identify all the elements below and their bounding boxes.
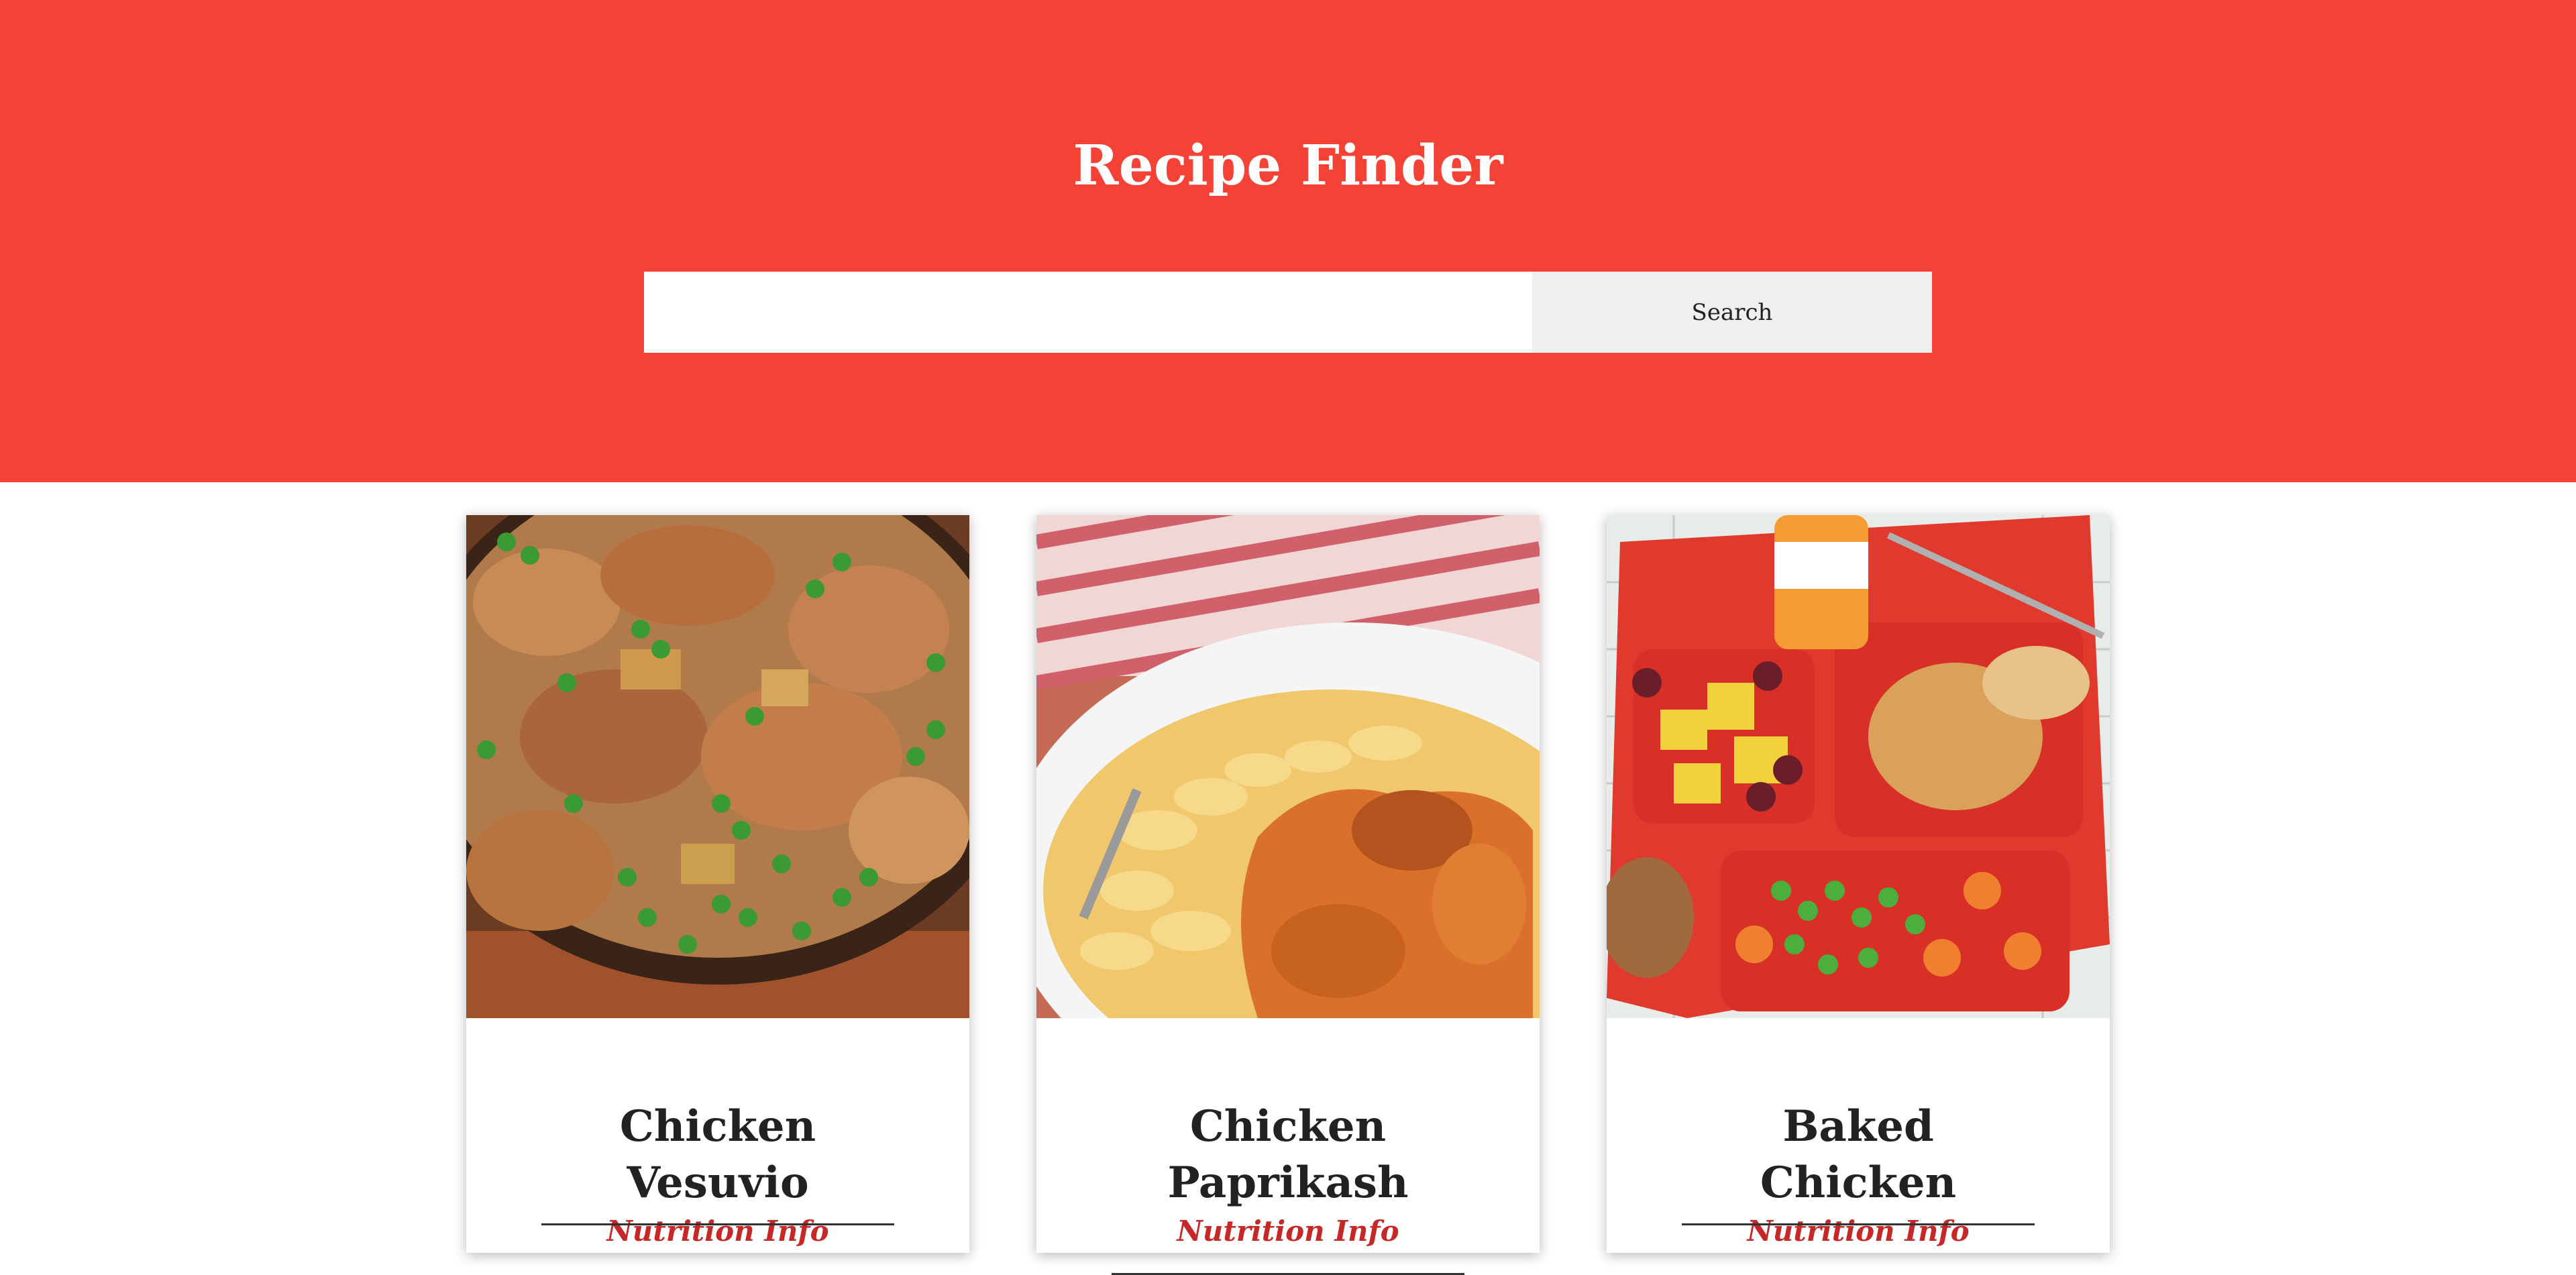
recipe-image-baked-chicken[interactable] (1607, 515, 2110, 1018)
card-divider (541, 1223, 894, 1225)
recipe-title-text: Chicken Vesuvio (619, 1101, 816, 1208)
recipe-title-text: Baked Chicken (1760, 1101, 1957, 1208)
recipe-image-chicken-paprikash[interactable] (1036, 515, 1540, 1018)
nutrition-info-link[interactable]: Nutrition Info (567, 1213, 869, 1250)
chicken-vesuvio-photo (466, 515, 969, 1018)
search-button[interactable]: Search (1532, 272, 1932, 353)
search-input[interactable] (644, 272, 1532, 353)
recipe-image-chicken-vesuvio[interactable] (466, 515, 969, 1018)
baked-chicken-photo (1607, 515, 2110, 1018)
header-banner: Recipe Finder Search (0, 0, 2576, 482)
card-divider (1682, 1223, 2035, 1225)
recipe-card: Chicken Paprikash Nutrition Info (1036, 515, 1540, 1275)
page-title: Recipe Finder (1073, 133, 1503, 198)
nutrition-info-link[interactable]: Nutrition Info (1137, 1213, 1439, 1250)
recipe-card: Chicken Vesuvio Nutrition Info (466, 515, 969, 1253)
recipe-card: Baked Chicken Nutrition Info (1607, 515, 2110, 1253)
recipe-title-text: Chicken Paprikash (1167, 1101, 1409, 1208)
recipe-title: Baked Chicken Nutrition Info (1607, 1099, 2110, 1250)
recipe-title: Chicken Vesuvio Nutrition Info (466, 1099, 969, 1250)
chicken-paprikash-photo (1036, 515, 1540, 1018)
nutrition-info-link[interactable]: Nutrition Info (1707, 1213, 2009, 1250)
recipe-title: Chicken Paprikash Nutrition Info (1036, 1099, 1540, 1250)
